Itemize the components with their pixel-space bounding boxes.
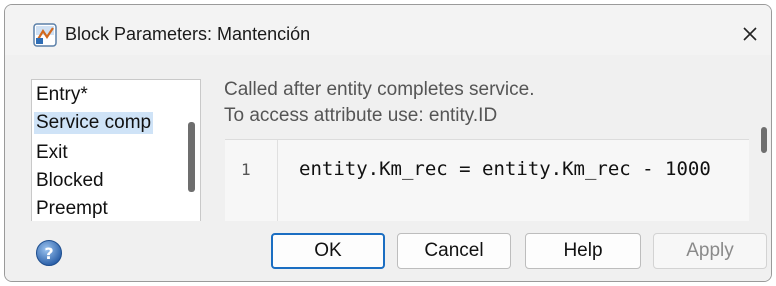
line-number: 1 <box>241 160 251 179</box>
window-title: Block Parameters: Mantención <box>65 24 311 44</box>
simulink-block-icon <box>33 23 57 47</box>
list-item-entry[interactable]: Entry* <box>36 84 88 106</box>
list-item-blocked[interactable]: Blocked <box>36 170 104 192</box>
svg-text:?: ? <box>44 244 53 263</box>
event-description: Called after entity completes service. <box>224 79 535 100</box>
apply-button[interactable]: Apply <box>653 233 767 269</box>
editor-scrollbar[interactable] <box>761 127 767 153</box>
list-item-exit[interactable]: Exit <box>36 142 68 164</box>
help-button[interactable]: Help <box>525 233 641 269</box>
button-bar: ? OK Cancel Help Apply <box>5 221 771 281</box>
ok-button[interactable]: OK <box>271 233 385 269</box>
parameters-content: Entry* Service comp Exit Blocked Preempt… <box>21 65 769 225</box>
help-question-icon[interactable]: ? <box>35 239 63 267</box>
list-item-service-complete[interactable]: Service comp <box>34 112 154 134</box>
list-scrollbar[interactable] <box>188 122 195 192</box>
code-editor[interactable]: 1 entity.Km_rec = entity.Km_rec - 1000 <box>225 139 749 225</box>
event-actions-list[interactable]: Entry* Service comp Exit Blocked Preempt <box>31 79 201 225</box>
cancel-button[interactable]: Cancel <box>397 233 511 269</box>
close-icon[interactable] <box>737 21 763 47</box>
line-number-gutter: 1 <box>225 140 278 225</box>
title-bar: Block Parameters: Mantención <box>5 5 771 55</box>
code-line[interactable]: entity.Km_rec = entity.Km_rec - 1000 <box>299 158 711 180</box>
list-item-preempt[interactable]: Preempt <box>36 198 108 220</box>
block-parameters-dialog: Block Parameters: Mantención Entry* Serv… <box>4 4 772 282</box>
attribute-hint: To access attribute use: entity.ID <box>224 105 498 126</box>
